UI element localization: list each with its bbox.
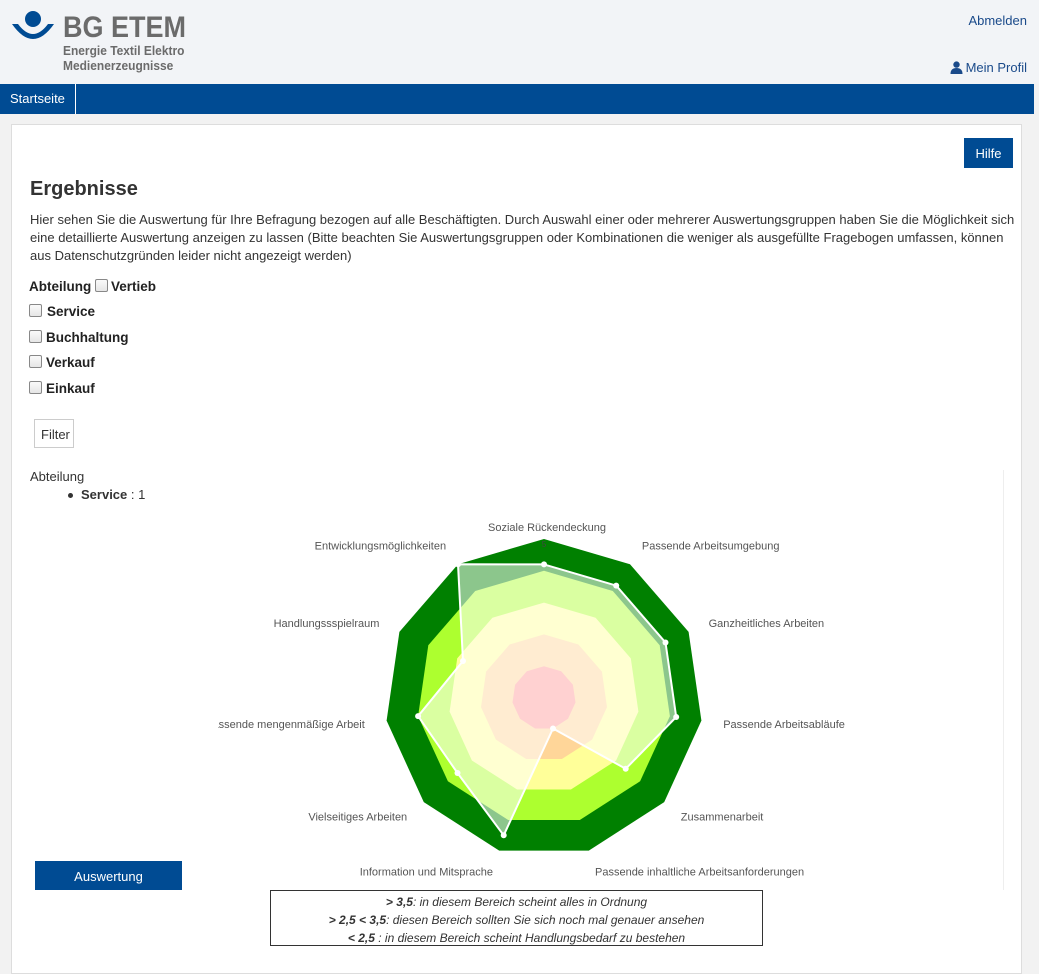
profile-link[interactable]: Mein Profil bbox=[950, 60, 1027, 75]
legend-row-check: > 2,5 < 3,5: diesen Bereich sollten Sie … bbox=[271, 911, 762, 929]
checkbox-label-vertieb[interactable]: Vertieb bbox=[111, 279, 156, 294]
radar-category-label: Vielseitiges Arbeiten bbox=[308, 812, 407, 824]
checkbox-label-service[interactable]: Service bbox=[47, 304, 95, 319]
intro-text: Hier sehen Sie die Auswertung für Ihre B… bbox=[30, 212, 1015, 263]
selection-label: Abteilung bbox=[30, 469, 85, 484]
radar-category-label: Passende Arbeitsumgebung bbox=[642, 541, 780, 553]
bg-etem-logo-mark bbox=[12, 11, 54, 39]
radar-category-label: Ganzheitliches Arbeiten bbox=[709, 618, 825, 630]
checkbox-buchhaltung[interactable] bbox=[29, 330, 42, 343]
logo-subtitle-line-1: Energie Textil Elektro bbox=[63, 43, 185, 58]
radar-point-10[interactable] bbox=[460, 658, 466, 664]
checkbox-vertieb[interactable] bbox=[95, 279, 108, 292]
logo-subtitle-line-2: Medienerzeugnisse bbox=[63, 58, 174, 73]
selection-item-name: Service bbox=[81, 487, 128, 502]
radar-point-1[interactable] bbox=[541, 561, 547, 568]
profile-link-label: Mein Profil bbox=[965, 60, 1027, 75]
legend-text: : diesen Bereich sollten Sie sich noch m… bbox=[386, 913, 705, 927]
filter-group-label: Abteilung bbox=[29, 279, 92, 294]
bg-etem-logo[interactable]: BG ETEM Energie Textil Elektro Medienerz… bbox=[10, 8, 210, 78]
radar-point-11[interactable] bbox=[455, 561, 461, 568]
export-results-button[interactable]: Auswertung exportieren bbox=[35, 861, 182, 913]
selection-item-value: : 1 bbox=[127, 487, 146, 502]
checkbox-service[interactable] bbox=[29, 304, 42, 317]
logo-title: BG ETEM bbox=[63, 11, 187, 44]
legend-text: : in diesem Bereich scheint alles in Ord… bbox=[412, 895, 648, 909]
radar-chart-svg: 5 Soziale Rückendeckung Passende Arbeitsum… bbox=[218, 522, 845, 879]
main-navigation: Startseite bbox=[0, 84, 1034, 114]
help-button[interactable]: Hilfe bbox=[964, 138, 1013, 168]
radar-category-label: Passende Arbeitsabläufe bbox=[723, 719, 845, 731]
legend-range: > 3,5 bbox=[385, 895, 413, 909]
bullet-icon bbox=[68, 493, 73, 499]
legend-text: : in diesem Bereich scheint Handlungsbed… bbox=[374, 931, 686, 945]
checkbox-verkauf[interactable] bbox=[29, 355, 42, 368]
radar-category-label: Handlungssspielraum bbox=[274, 618, 380, 630]
radar-category-label: Soziale Rückendeckung bbox=[488, 522, 606, 534]
user-icon bbox=[950, 61, 963, 74]
radar-category-label: Information und Mitsprache bbox=[360, 867, 493, 879]
logo-subtitle: Energie Textil Elektro Medienerzeugnisse bbox=[63, 43, 184, 73]
radar-point-3[interactable] bbox=[662, 639, 669, 646]
logout-link[interactable]: Abmelden bbox=[968, 13, 1027, 28]
radar-point-9[interactable] bbox=[415, 713, 422, 720]
radar-point-4[interactable] bbox=[673, 714, 680, 720]
legend-range: < 2,5 bbox=[347, 931, 375, 945]
radar-point-8[interactable] bbox=[454, 770, 461, 776]
radar-category-label: Passende mengenmäßige Arbeit bbox=[218, 719, 365, 731]
radar-category-label: Passende inhaltliche Arbeitsanforderunge… bbox=[595, 867, 804, 879]
nav-item-startseite[interactable]: Startseite bbox=[0, 84, 76, 114]
radar-point-2[interactable] bbox=[613, 582, 620, 589]
radar-category-label: Entwicklungsmöglichkeiten bbox=[315, 541, 446, 553]
score-legend: > 3,5: in diesem Bereich scheint alles i… bbox=[270, 890, 763, 946]
legend-row-action: < 2,5 : in diesem Bereich scheint Handlu… bbox=[271, 929, 762, 947]
checkbox-label-einkauf[interactable]: Einkauf bbox=[46, 381, 95, 396]
radar-point-6[interactable] bbox=[550, 725, 556, 732]
radar-category-label: Zusammenarbeit bbox=[681, 812, 764, 824]
page-title: Ergebnisse bbox=[30, 178, 138, 200]
radar-point-7[interactable] bbox=[500, 832, 507, 839]
radar-axis-max-label: 5 bbox=[542, 540, 547, 549]
header: BG ETEM Energie Textil Elektro Medienerz… bbox=[0, 0, 1039, 84]
selection-item: Service : 1 bbox=[68, 487, 145, 502]
radar-point-5[interactable] bbox=[622, 765, 629, 772]
radar-chart: 5 Soziale Rückendeckung Passende Arbeitsum… bbox=[218, 470, 1004, 890]
checkbox-einkauf[interactable] bbox=[29, 381, 42, 394]
checkbox-label-buchhaltung[interactable]: Buchhaltung bbox=[46, 330, 129, 345]
legend-row-good: > 3,5: in diesem Bereich scheint alles i… bbox=[271, 893, 762, 911]
legend-range: > 2,5 < 3,5 bbox=[328, 913, 387, 927]
checkbox-label-verkauf[interactable]: Verkauf bbox=[46, 355, 95, 370]
filter-button[interactable]: Filter bbox=[34, 419, 74, 448]
